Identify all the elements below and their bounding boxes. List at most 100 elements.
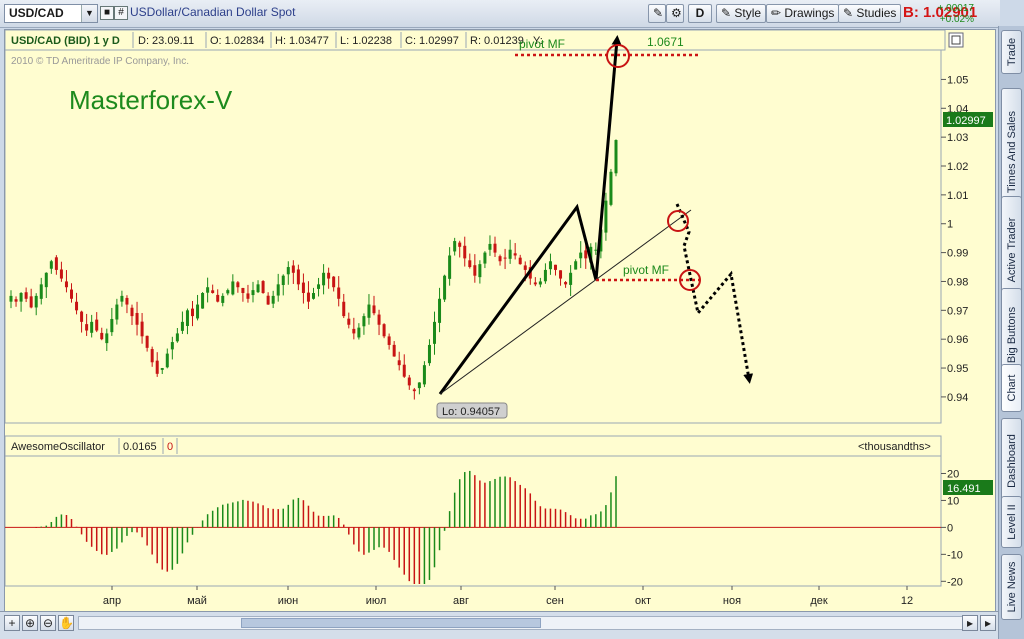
candle-body — [407, 377, 411, 386]
scrollbar-thumb[interactable] — [241, 618, 541, 628]
candle-body — [594, 249, 598, 251]
crosshair-icon[interactable]: + — [4, 615, 20, 631]
candle-body — [160, 368, 164, 370]
candle-body — [327, 272, 331, 279]
drawings: pivot MF 1.0671 pivot MF Lo: 0.94057 — [436, 35, 754, 419]
candle-body — [241, 287, 245, 294]
tab-dashboard[interactable]: Dashboard — [1001, 418, 1022, 504]
candle-body — [453, 241, 457, 252]
candle-body — [397, 360, 401, 366]
chevron-down-icon[interactable]: ▼ — [81, 5, 97, 22]
candle-body — [518, 257, 522, 265]
candle-body — [352, 328, 356, 334]
hash-icon[interactable]: # — [114, 6, 128, 20]
candle-body — [306, 292, 310, 302]
candle-body — [120, 295, 124, 302]
candle-body — [609, 171, 613, 205]
candle-body — [291, 265, 295, 273]
candle-body — [478, 264, 482, 278]
candle-body — [468, 260, 472, 268]
tab-level-ii[interactable]: Level II — [1001, 496, 1022, 548]
app-window: USD/CAD ▼ ■ # USDollar/Canadian Dollar S… — [0, 0, 1024, 639]
candle-body — [145, 335, 149, 348]
scroll-end-icon[interactable]: ▸ — [980, 615, 996, 631]
symbol-description: USDollar/Canadian Dollar Spot — [130, 5, 296, 19]
settings-icon[interactable] — [948, 32, 964, 48]
wrench-icon[interactable]: ⚙ — [666, 4, 684, 23]
candle-body — [564, 282, 568, 285]
candle-body — [276, 284, 280, 296]
zoom-out-icon[interactable]: ⊖ — [40, 615, 56, 631]
header-date: D: 23.09.11 — [138, 35, 194, 47]
trend-line — [439, 209, 692, 395]
candle-body — [95, 319, 99, 331]
zoom-in-icon[interactable]: ⊕ — [22, 615, 38, 631]
candle-body — [170, 342, 174, 350]
candle-body — [185, 310, 189, 326]
link-icon[interactable]: ■ — [100, 6, 114, 20]
candle-body — [342, 301, 346, 317]
candle-body — [75, 301, 79, 311]
candle-body — [19, 293, 23, 302]
time-tick-label: июл — [366, 595, 387, 607]
candle-body — [312, 293, 315, 299]
toolbar: USD/CAD ▼ ■ # USDollar/Canadian Dollar S… — [0, 0, 1000, 28]
candle-body — [372, 305, 376, 314]
candle-body — [513, 253, 517, 256]
candle-body — [377, 314, 381, 325]
drawing-tools-icon[interactable]: ✎ — [648, 4, 666, 23]
candle-body — [115, 304, 119, 320]
candle-body — [80, 311, 84, 322]
drawings-button[interactable]: ✏ Drawings — [766, 4, 840, 23]
time-tick-label: окт — [635, 595, 651, 607]
candle-body — [458, 242, 462, 247]
candle-body — [70, 289, 73, 299]
horizontal-scrollbar[interactable] — [78, 616, 978, 630]
pivot-top-value: 1.0671 — [647, 35, 684, 49]
symbol-input[interactable]: USD/CAD ▼ — [4, 4, 98, 23]
candle-body — [559, 270, 563, 279]
watermark-text: Masterforex-V — [69, 85, 233, 115]
candle-body — [49, 261, 53, 269]
candle-body — [322, 272, 326, 286]
candle-body — [579, 252, 583, 259]
candle-body — [533, 282, 537, 285]
candle-body — [392, 344, 396, 357]
tab-live-news[interactable]: Live News — [1001, 554, 1022, 620]
hand-icon[interactable]: ✋ — [58, 615, 74, 631]
chart-panel[interactable]: USD/CAD (BID) 1 y D D: 23.09.11 O: 1.028… — [4, 29, 996, 623]
candle-body — [604, 200, 608, 233]
oscillator-tick-label: -10 — [947, 549, 963, 561]
chart-svg[interactable]: USD/CAD (BID) 1 y D D: 23.09.11 O: 1.028… — [5, 30, 995, 612]
studies-icon: ✎ — [843, 6, 857, 20]
oscillator-name: AwesomeOscillator — [11, 441, 105, 453]
time-tick-label: апр — [103, 595, 121, 607]
oscillator-tick-label: 20 — [947, 468, 959, 480]
change-pct: +0.02% — [939, 14, 974, 25]
candle-body — [59, 269, 63, 279]
pivot-top-label: pivot MF — [519, 37, 565, 51]
candle-body — [584, 250, 588, 259]
studies-button[interactable]: ✎ Studies — [838, 4, 902, 23]
candle-body — [382, 324, 386, 337]
candle-body — [412, 389, 416, 392]
price-tick-label: 1.01 — [947, 190, 968, 202]
style-button[interactable]: ✎ Style — [716, 4, 767, 23]
candle-body — [130, 307, 134, 317]
price-tick-label: 0.96 — [947, 334, 968, 346]
price-tick-label: 1 — [947, 219, 953, 231]
tab-big-buttons-label: Big Buttons — [1005, 306, 1018, 364]
price-tick-label: 0.97 — [947, 305, 968, 317]
period-button[interactable]: D — [688, 4, 712, 23]
candle-body — [211, 290, 215, 294]
time-axis: апр май июн июл авг сен окт ноя дек 12 — [103, 586, 913, 607]
price-tick-label: 1.05 — [947, 74, 968, 86]
time-tick-label: июн — [278, 595, 298, 607]
price-tick-label: 1.02 — [947, 161, 968, 173]
candle-body — [548, 261, 552, 270]
scroll-right-icon[interactable]: ▸ — [962, 615, 978, 631]
price-tick-label: 0.95 — [947, 363, 968, 375]
tab-chart[interactable]: Chart — [1001, 364, 1022, 412]
tab-trade[interactable]: Trade — [1001, 30, 1022, 74]
candle-body — [317, 284, 321, 289]
